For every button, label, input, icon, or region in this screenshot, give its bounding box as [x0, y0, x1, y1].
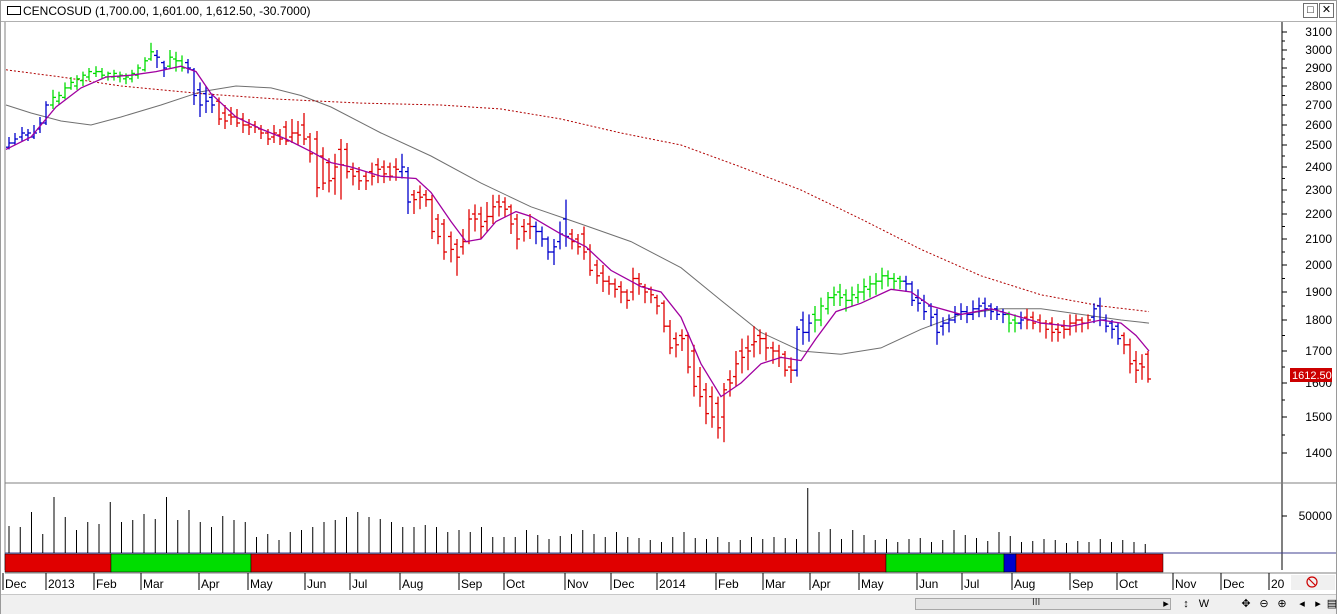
- weekly-icon[interactable]: W: [1197, 596, 1211, 612]
- price-tick-label: 3100: [1305, 25, 1332, 39]
- regime-segment: [885, 553, 1005, 573]
- time-tick-label: Feb: [96, 577, 117, 591]
- time-tick-label: Jun: [307, 577, 326, 591]
- reset-icon[interactable]: [1291, 575, 1335, 590]
- price-tick-label: 2000: [1305, 258, 1332, 272]
- page-left-icon[interactable]: ◂: [1295, 596, 1309, 612]
- status-bar: III ▸ ↕ W ✥ ⊖ ⊕ ◂ ▸ ▤: [1, 594, 1337, 614]
- time-tick-label: May: [250, 577, 273, 591]
- time-tick-label: Sep: [1072, 577, 1094, 591]
- zoom-out-icon[interactable]: ⊖: [1257, 596, 1271, 612]
- volume-bars: [8, 488, 1146, 553]
- scroll-right-icon[interactable]: ▸: [1159, 596, 1173, 612]
- volume-tick-label: 50000: [1299, 509, 1333, 523]
- price-tick-label: 2700: [1305, 98, 1332, 112]
- move-icon[interactable]: ✥: [1239, 596, 1253, 612]
- time-tick-label: Feb: [718, 577, 739, 591]
- price-chart[interactable]: 3100 3000 2900 2800 2700 2600 2500 2400 2300 2200…: [1, 22, 1336, 594]
- time-tick-label: Apr: [812, 577, 831, 591]
- time-tick-label: Nov: [567, 577, 588, 591]
- title-bar[interactable]: CENCOSUD (1,700.00, 1,601.00, 1,612.50, …: [1, 1, 1336, 22]
- price-tick-label: 1400: [1305, 446, 1332, 460]
- last-price-label: 1612.50: [1292, 370, 1332, 382]
- time-tick-label: Mar: [143, 577, 164, 591]
- price-tick-label: 2300: [1305, 183, 1332, 197]
- regime-segment: [1003, 553, 1017, 573]
- auto-scale-icon[interactable]: ↕: [1179, 596, 1193, 612]
- price-tick-label: 1800: [1305, 313, 1332, 327]
- time-tick-label: Aug: [402, 577, 423, 591]
- time-tick-label: Jun: [919, 577, 938, 591]
- time-tick-label: Aug: [1014, 577, 1035, 591]
- time-tick-label: Apr: [201, 577, 220, 591]
- time-tick-label: Dec: [5, 577, 26, 591]
- time-tick-label: 2014: [659, 577, 686, 591]
- price-tick-label: 2800: [1305, 79, 1332, 93]
- price-tick-label: 1900: [1305, 285, 1332, 299]
- time-tick-label: 2013: [48, 577, 75, 591]
- price-tick-label: 2600: [1305, 118, 1332, 132]
- time-axis: Dec 2013 Feb Mar Apr May Jun Jul Aug Sep Oct Nov Dec…: [2, 573, 1285, 591]
- regime-segment: [110, 553, 252, 573]
- chart-window: CENCOSUD (1,700.00, 1,601.00, 1,612.50, …: [0, 0, 1337, 614]
- maximize-button[interactable]: □: [1303, 3, 1318, 18]
- window-title: CENCOSUD (1,700.00, 1,601.00, 1,612.50, …: [23, 4, 311, 18]
- time-tick-label: Oct: [506, 577, 525, 591]
- price-axis: 3100 3000 2900 2800 2700 2600 2500 2400 2300 2200…: [1282, 25, 1332, 460]
- regime-segment: [1015, 553, 1164, 573]
- time-tick-label: Nov: [1175, 577, 1196, 591]
- page-right-icon[interactable]: ▸: [1311, 596, 1325, 612]
- time-tick-label: May: [861, 577, 884, 591]
- menu-icon[interactable]: ▤: [1325, 596, 1337, 612]
- time-tick-label: Jul: [964, 577, 979, 591]
- time-tick-label: Sep: [461, 577, 483, 591]
- scroll-grip: III: [1032, 597, 1041, 608]
- price-tick-label: 1700: [1305, 344, 1332, 358]
- time-tick-label: Mar: [765, 577, 786, 591]
- price-tick-label: 2500: [1305, 138, 1332, 152]
- window-icon: [7, 6, 21, 15]
- time-tick-label: Dec: [1223, 577, 1244, 591]
- regime-segment: [250, 553, 887, 573]
- time-tick-label: Oct: [1119, 577, 1138, 591]
- volume-axis: 50000: [1282, 509, 1332, 523]
- regime-segment: [4, 553, 112, 573]
- price-panel: [5, 22, 1282, 483]
- price-tick-label: 2200: [1305, 207, 1332, 221]
- horizontal-scrollbar[interactable]: III: [915, 597, 1171, 610]
- regime-strip: [4, 553, 1164, 573]
- price-tick-label: 1500: [1305, 410, 1332, 424]
- price-tick-label: 2400: [1305, 160, 1332, 174]
- time-tick-label: 20: [1271, 577, 1285, 591]
- price-tick-label: 2100: [1305, 232, 1332, 246]
- price-tick-label: 3000: [1305, 43, 1332, 57]
- close-button[interactable]: ✕: [1319, 3, 1334, 18]
- time-tick-label: Dec: [613, 577, 634, 591]
- zoom-in-icon[interactable]: ⊕: [1275, 596, 1289, 612]
- price-tick-label: 2900: [1305, 61, 1332, 75]
- time-tick-label: Jul: [352, 577, 367, 591]
